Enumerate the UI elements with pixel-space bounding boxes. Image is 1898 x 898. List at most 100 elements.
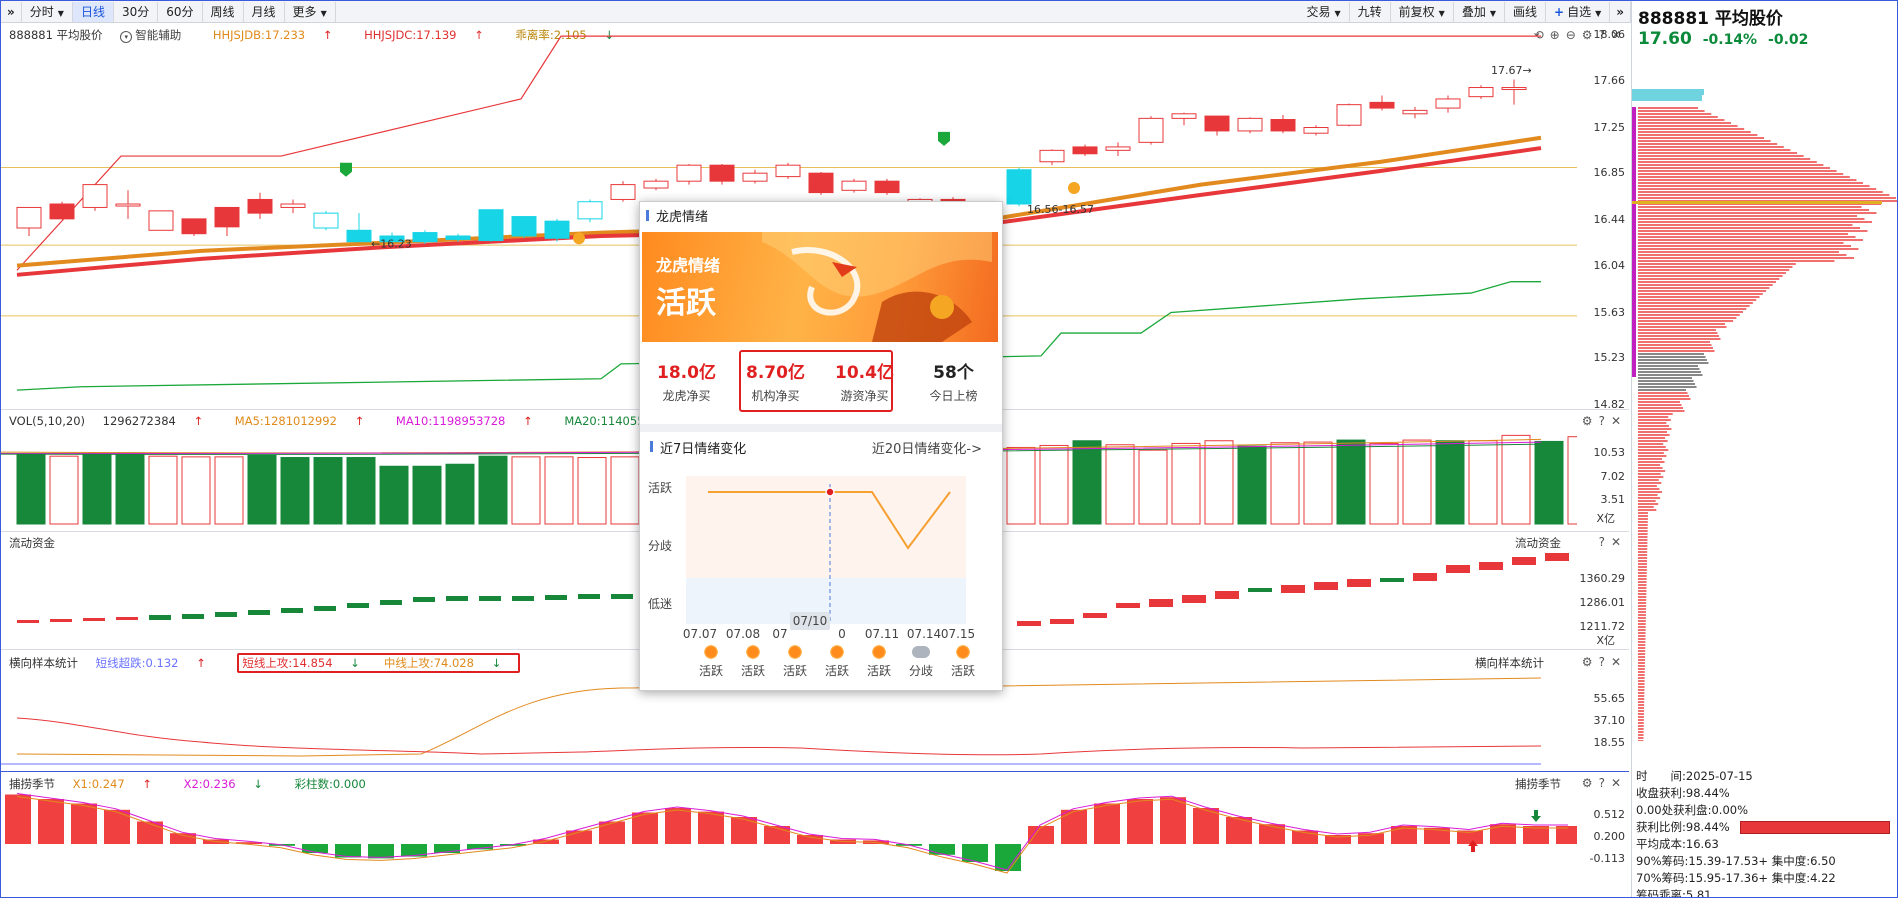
candle-body — [1270, 119, 1296, 132]
toolbar-label: 日线 — [80, 4, 105, 19]
chip-bar — [1638, 437, 1666, 439]
nav-arrows[interactable]: » — [1, 1, 22, 22]
axis-tick: 15.23 — [1593, 351, 1626, 365]
flow-bar — [512, 596, 534, 601]
mood-chart[interactable]: 活跃分歧低迷 07.07 07.08 07 07/10 0 07.11 07.14 07.15 — [640, 464, 1004, 644]
tb-right-1[interactable]: 九转 — [1350, 2, 1391, 22]
candle-body — [1138, 117, 1164, 143]
volume-bar — [82, 453, 112, 525]
flow-bar — [413, 597, 435, 602]
stat-value: 18.0亿 — [657, 363, 716, 383]
flow-bar — [1215, 591, 1239, 599]
chip-bar — [1638, 629, 1646, 631]
flow-bar — [1413, 573, 1437, 581]
chip-bar — [1638, 242, 1844, 244]
volume-bar — [280, 457, 310, 525]
chip-bar — [1638, 554, 1648, 556]
date-label: 07.15 — [941, 627, 975, 641]
flow-bar — [1347, 579, 1371, 587]
tb-left-4[interactable]: 周线 — [203, 1, 244, 22]
trading-app: » 分时 ▼ 日线 30分 60分 周线 月线 更多 ▼ 交易 ▼ 九转 前复权 ▼ 叠加 ▼ 画线 + 自选 ▼ … — [0, 0, 1898, 898]
chip-bar — [1638, 218, 1865, 220]
mood-label: 活跃 — [950, 664, 975, 678]
chip-bar — [1638, 191, 1883, 193]
chip-bar — [1638, 281, 1776, 283]
catch-bar — [38, 799, 64, 844]
chip-bar — [1638, 533, 1648, 535]
tb-right-4[interactable]: 画线 — [1505, 2, 1546, 22]
tb-right-5[interactable]: + 自选 ▼ — [1546, 2, 1611, 22]
flow-bar — [611, 594, 633, 599]
chip-bar — [1638, 584, 1647, 586]
chip-bar — [1638, 428, 1672, 430]
tb-right-3[interactable]: 叠加 ▼ — [1454, 2, 1505, 22]
flow-bar — [1512, 557, 1536, 565]
chip-bar — [1638, 461, 1665, 463]
chip-bar — [1638, 374, 1703, 376]
candle-body — [49, 203, 75, 220]
banner-main-label: 活跃 — [656, 286, 716, 321]
volume-bar — [148, 455, 178, 525]
volume-bar — [511, 456, 541, 525]
twenty-day-link[interactable]: 近20日情绪变化-> — [872, 438, 982, 457]
tb-left-2[interactable]: 30分 — [114, 1, 159, 22]
tb-left-5[interactable]: 月线 — [244, 1, 285, 22]
chip-bar — [1638, 419, 1671, 421]
tb-left-0[interactable]: 分时 ▼ — [22, 1, 73, 22]
volume-bar — [247, 455, 277, 525]
volume-bar — [1336, 439, 1366, 525]
chip-bar — [1638, 227, 1860, 229]
mood-item: 活跃 — [816, 644, 858, 679]
candle-body — [676, 164, 702, 182]
axis-tick: 37.10 — [1593, 714, 1626, 727]
chip-bar — [1638, 275, 1783, 277]
date-label: 0 — [838, 627, 846, 641]
chip-bar — [1638, 605, 1647, 607]
chip-bar — [1638, 506, 1654, 508]
chip-bar — [1638, 464, 1661, 466]
week-mood-title: 近7日情绪变化 — [649, 438, 746, 457]
volume-bar — [1138, 449, 1168, 525]
catch-bar — [698, 811, 724, 844]
candle-body — [1171, 113, 1197, 119]
chip-bar — [1638, 614, 1646, 616]
mood-item: 活跃 — [858, 644, 900, 679]
tb-right-2[interactable]: 前复权 ▼ — [1391, 2, 1454, 22]
tb-left-1[interactable]: 日线 — [72, 1, 114, 22]
chip-bar — [1638, 707, 1645, 709]
chip-bar — [1638, 530, 1648, 532]
candle-body — [544, 220, 570, 239]
catch-bar — [1061, 809, 1087, 844]
cloud-icon — [912, 646, 930, 658]
dragon-tiger-popup[interactable]: 龙虎情绪 龙虎情绪 活跃 18.0亿 龙虎净买 8.70亿 机构净买 10.4亿 游资净买… — [639, 201, 1003, 691]
right-chg: -0.02 — [1768, 32, 1809, 48]
range-annotation: 16.56-16.57 — [1027, 203, 1094, 216]
chip-bar — [1638, 425, 1669, 427]
chip-bar — [1638, 497, 1661, 499]
chip-bar — [1638, 122, 1731, 124]
catch-chart[interactable] — [1, 772, 1577, 898]
stat-chip70: 70%筹码:15.95-17.36+ 集中度:4.22 — [1636, 871, 1836, 885]
chip-bar — [1638, 395, 1689, 397]
chip-bar — [1638, 479, 1659, 481]
chip-bar — [1638, 248, 1859, 250]
chip-bar — [1638, 656, 1646, 658]
stat-label: 今日上榜 — [929, 389, 978, 403]
tb-left-3[interactable]: 60分 — [158, 1, 203, 22]
chip-distribution-chart[interactable] — [1632, 51, 1898, 741]
chip-bar — [1638, 344, 1712, 346]
volume-bar — [1270, 442, 1300, 525]
right-price: 17.60 — [1638, 29, 1692, 49]
tb-right-0[interactable]: 交易 ▼ — [1298, 2, 1350, 22]
chip-cyan-bar — [1632, 95, 1702, 101]
chip-bar — [1638, 212, 1877, 214]
catch-bar — [929, 844, 955, 855]
tb-left-6[interactable]: 更多 ▼ — [285, 1, 336, 22]
volume-bar — [49, 455, 79, 525]
collapse-arrows[interactable]: » — [1610, 2, 1631, 22]
mood-label: 活跃 — [740, 664, 765, 678]
volume-bar — [1303, 441, 1333, 525]
chip-bar — [1638, 581, 1647, 583]
catch-bar — [1028, 826, 1054, 844]
popup-stat-0: 18.0亿 龙虎净买 — [642, 348, 731, 412]
